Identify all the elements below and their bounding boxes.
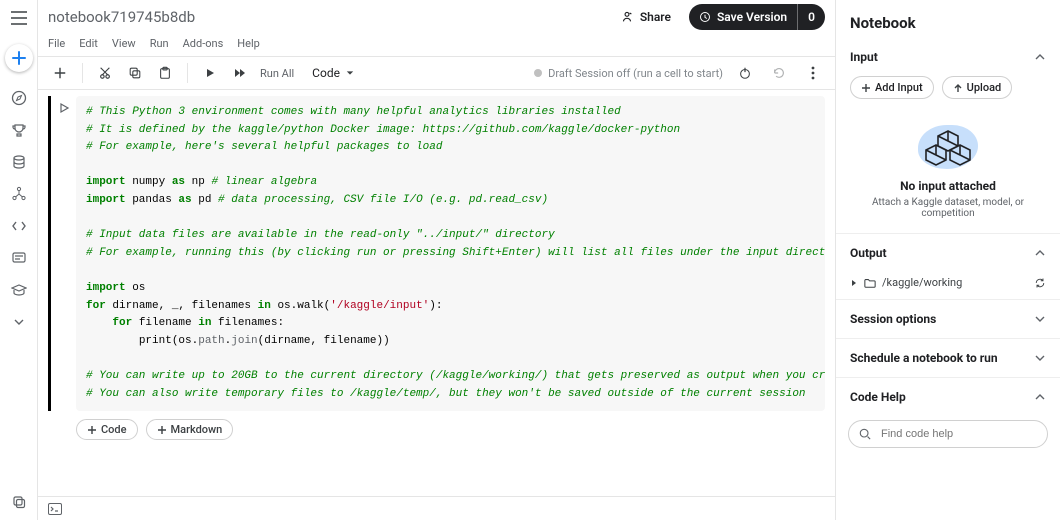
share-button[interactable]: Share <box>612 6 679 28</box>
session-status: Draft Session off (run a cell to start) <box>534 67 723 80</box>
insert-cell-button[interactable] <box>48 61 72 85</box>
add-input-button[interactable]: Add Input <box>850 76 934 99</box>
code-icon[interactable] <box>7 214 31 238</box>
cut-button[interactable] <box>93 61 117 85</box>
right-panel-header: Notebook <box>836 0 1060 40</box>
menu-file[interactable]: File <box>48 37 65 50</box>
upload-label: Upload <box>967 81 1002 94</box>
input-section-header[interactable]: Input <box>836 40 1060 70</box>
cell-type-dropdown[interactable]: Code <box>306 64 360 82</box>
menu-help[interactable]: Help <box>237 37 260 50</box>
refresh-output-button[interactable] <box>1034 277 1046 289</box>
add-input-label: Add Input <box>875 81 923 94</box>
menu-run[interactable]: Run <box>150 37 169 50</box>
create-button[interactable] <box>5 44 33 72</box>
save-version-button[interactable]: Save Version 0 <box>689 4 825 30</box>
menu-addons[interactable]: Add-ons <box>183 37 224 50</box>
code-cell[interactable]: # This Python 3 environment comes with m… <box>48 96 825 411</box>
caret-down-icon <box>346 69 354 77</box>
status-dot-icon <box>534 69 542 77</box>
session-options-header[interactable]: Session options <box>836 299 1060 338</box>
more-button[interactable] <box>801 61 825 85</box>
output-folder-path: /kaggle/working <box>882 276 962 289</box>
database-icon[interactable] <box>7 150 31 174</box>
no-input-title: No input attached <box>900 179 996 193</box>
code-help-input[interactable] <box>879 427 1037 441</box>
power-button[interactable] <box>733 61 757 85</box>
chevron-up-icon <box>1034 391 1046 403</box>
add-markdown-label: Markdown <box>171 423 223 436</box>
menu-bar: File Edit View Run Add-ons Help <box>38 34 835 52</box>
forum-icon[interactable] <box>7 246 31 270</box>
run-cell-button[interactable] <box>198 61 222 85</box>
chevron-down-icon[interactable] <box>7 310 31 334</box>
schedule-section-header[interactable]: Schedule a notebook to run <box>836 338 1060 377</box>
restart-button[interactable] <box>767 61 791 85</box>
chevron-up-icon <box>1034 51 1046 63</box>
add-code-label: Code <box>101 423 127 436</box>
add-code-cell-button[interactable]: Code <box>76 419 138 440</box>
terminal-icon[interactable] <box>48 503 62 515</box>
output-folder-item[interactable]: /kaggle/working <box>850 276 962 289</box>
code-help-header[interactable]: Code Help <box>836 377 1060 416</box>
add-markdown-cell-button[interactable]: Markdown <box>146 419 234 440</box>
chevron-up-icon <box>1034 247 1046 259</box>
copy-icon[interactable] <box>7 490 31 514</box>
save-version-label: Save Version <box>717 10 787 24</box>
chevron-down-icon <box>1034 352 1046 364</box>
boxes-icon <box>918 125 978 169</box>
search-icon <box>859 428 871 440</box>
history-icon <box>699 11 711 23</box>
version-count: 0 <box>797 4 825 30</box>
menu-edit[interactable]: Edit <box>79 37 98 50</box>
compass-icon[interactable] <box>7 86 31 110</box>
run-cell-icon[interactable] <box>58 102 70 411</box>
caret-right-icon <box>850 279 858 287</box>
code-body[interactable]: # This Python 3 environment comes with m… <box>76 96 825 411</box>
notebook-title[interactable]: notebook719745b8db <box>48 8 195 26</box>
network-icon[interactable] <box>7 182 31 206</box>
schedule-label: Schedule a notebook to run <box>850 351 998 365</box>
learn-icon[interactable] <box>7 278 31 302</box>
output-title-label: Output <box>850 246 887 260</box>
session-status-text: Draft Session off (run a cell to start) <box>548 67 723 80</box>
no-input-sub: Attach a Kaggle dataset, model, or compe… <box>850 197 1046 219</box>
share-label: Share <box>640 10 671 24</box>
share-icon <box>620 10 634 24</box>
output-section-header[interactable]: Output <box>836 233 1060 272</box>
run-all-label: Run All <box>260 67 294 80</box>
input-title-label: Input <box>850 50 878 64</box>
code-help-search[interactable] <box>848 420 1048 448</box>
run-all-button[interactable] <box>228 61 252 85</box>
copy-button[interactable] <box>123 61 147 85</box>
trophy-icon[interactable] <box>7 118 31 142</box>
paste-button[interactable] <box>153 61 177 85</box>
code-help-label: Code Help <box>850 390 906 404</box>
folder-icon <box>864 277 876 289</box>
hamburger-menu[interactable] <box>7 6 31 30</box>
cell-type-label: Code <box>312 66 340 80</box>
upload-button[interactable]: Upload <box>942 76 1013 99</box>
session-options-label: Session options <box>850 312 936 326</box>
menu-view[interactable]: View <box>112 37 136 50</box>
chevron-down-icon <box>1034 313 1046 325</box>
